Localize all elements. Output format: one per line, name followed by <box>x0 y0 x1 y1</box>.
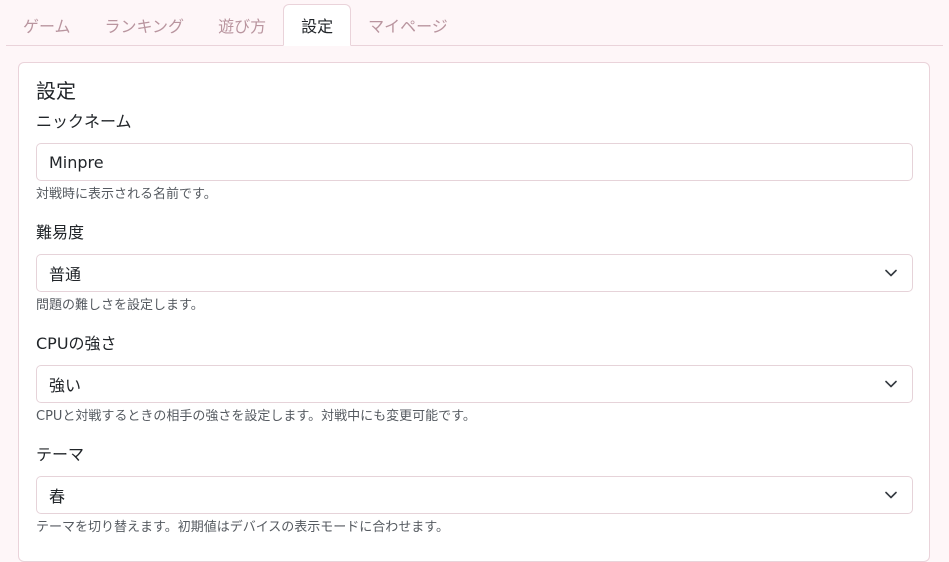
cpu-strength-selected-value: 強い <box>49 376 82 395</box>
difficulty-select[interactable]: 普通 <box>36 254 913 292</box>
nickname-input[interactable] <box>36 143 913 181</box>
tab-how-to-play[interactable]: 遊び方 <box>201 4 283 45</box>
tab-game[interactable]: ゲーム <box>6 4 88 45</box>
settings-card: 設定 ニックネーム 対戦時に表示される名前です。 難易度 普通 問題の難しさを設… <box>18 62 930 562</box>
theme-label: テーマ <box>36 445 85 464</box>
chevron-down-icon <box>884 488 898 502</box>
tab-bar: ゲーム ランキング 遊び方 設定 マイページ <box>6 4 943 46</box>
tab-my-page[interactable]: マイページ <box>351 4 465 45</box>
difficulty-help: 問題の難しさを設定します。 <box>36 298 204 313</box>
chevron-down-icon <box>884 266 898 280</box>
tab-ranking[interactable]: ランキング <box>88 4 202 45</box>
tab-settings[interactable]: 設定 <box>283 4 352 46</box>
chevron-down-icon <box>884 377 898 391</box>
cpu-strength-label: CPUの強さ <box>36 334 117 353</box>
theme-select[interactable]: 春 <box>36 476 913 514</box>
cpu-strength-select[interactable]: 強い <box>36 365 913 403</box>
difficulty-selected-value: 普通 <box>49 265 82 284</box>
theme-help: テーマを切り替えます。初期値はデバイスの表示モードに合わせます。 <box>36 520 450 535</box>
theme-selected-value: 春 <box>49 487 66 506</box>
nickname-help: 対戦時に表示される名前です。 <box>36 187 217 202</box>
difficulty-label: 難易度 <box>36 223 85 242</box>
nickname-label: ニックネーム <box>36 112 132 131</box>
cpu-strength-help: CPUと対戦するときの相手の強さを設定します。対戦中にも変更可能です。 <box>36 409 476 424</box>
settings-title: 設定 <box>36 79 76 103</box>
